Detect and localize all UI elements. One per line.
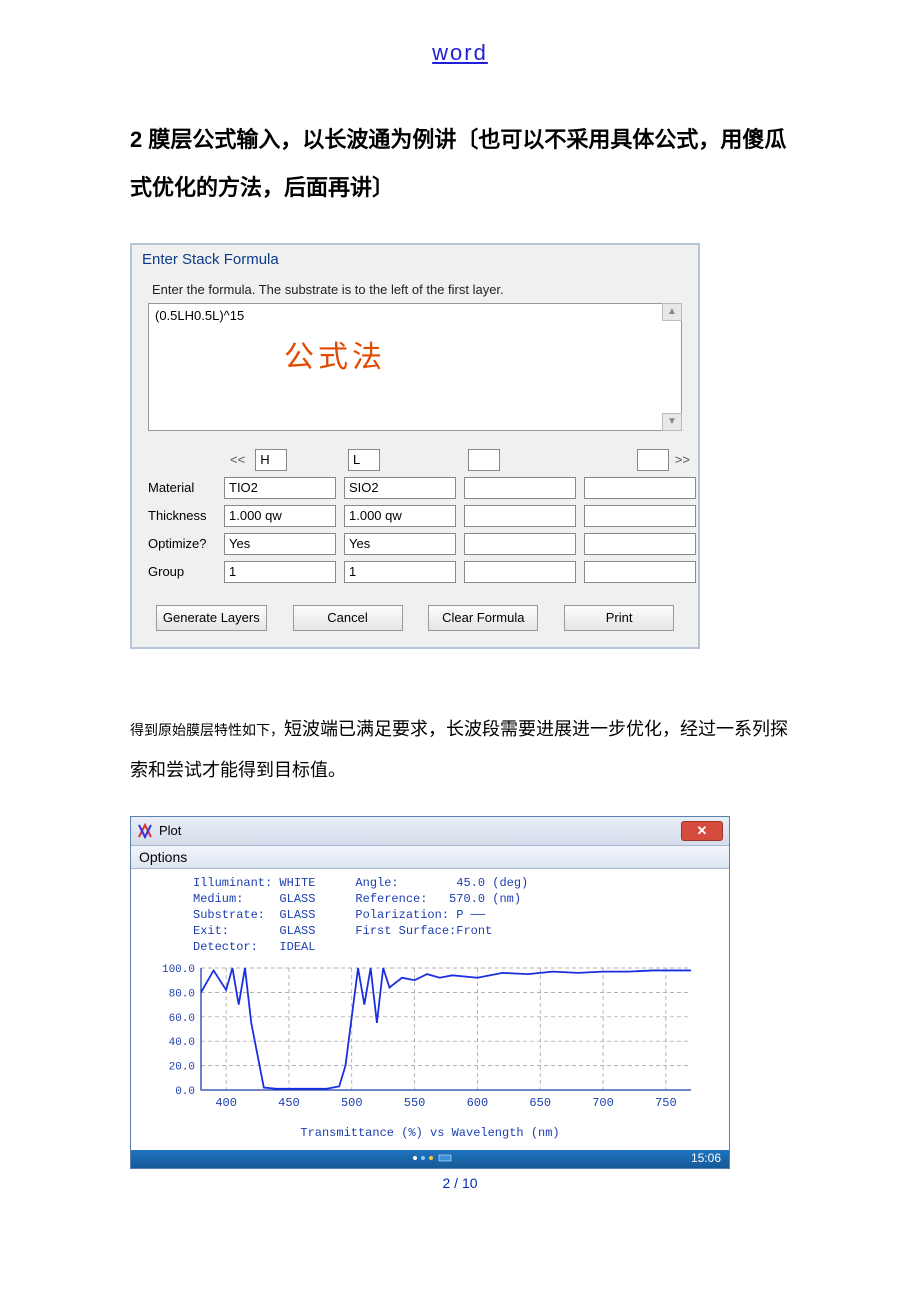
stack-formula-dialog: Enter Stack Formula Enter the formula. T… [130,243,700,649]
svg-text:450: 450 [278,1096,300,1110]
clock-text: 15:06 [691,1151,721,1165]
group-3-input[interactable] [464,561,576,583]
section-title: 2 膜层公式输入，以长波通为例讲〔也可以不采用具体公式，用傻瓜式优化的方法，后面… [130,116,790,213]
material-3-input[interactable] [464,477,576,499]
row-label-group: Group [148,564,216,579]
svg-text:600: 600 [467,1096,489,1110]
svg-text:700: 700 [592,1096,614,1110]
svg-text:100.0: 100.0 [162,964,195,976]
svg-text:0.0: 0.0 [175,1086,195,1098]
dialog-title: Enter Stack Formula [132,245,698,278]
group-h-input[interactable] [224,561,336,583]
thickness-4-input[interactable] [584,505,696,527]
resize-handle-icon[interactable] [405,1153,455,1163]
svg-text:400: 400 [215,1096,237,1110]
thickness-h-input[interactable] [224,505,336,527]
body-paragraph: 得到原始膜层特性如下，短波端已满足要求，长波段需要进展进一步优化，经过一系列探索… [130,709,790,792]
row-label-material: Material [148,480,216,495]
plot-window: Plot ✕ Options Illuminant: WHITE Medium:… [130,816,730,1169]
svg-text:20.0: 20.0 [169,1061,195,1073]
clear-formula-button[interactable]: Clear Formula [428,605,538,631]
chart-caption: Transmittance (%) vs Wavelength (nm) [141,1126,719,1140]
col-header-3[interactable] [468,449,500,471]
material-l-input[interactable] [344,477,456,499]
svg-text:500: 500 [341,1096,363,1110]
material-4-input[interactable] [584,477,696,499]
close-icon[interactable]: ✕ [681,821,723,841]
annotation-text: 公式法 [284,332,386,376]
col-header-4[interactable] [637,449,669,471]
cancel-button[interactable]: Cancel [293,605,403,631]
formula-textarea[interactable]: (0.5LH0.5L)^15 公式法 ▲ ▼ [148,303,682,431]
scroll-down-icon[interactable]: ▼ [662,413,682,431]
chart-area: 0.0 20.0 40.0 60.0 80.0 100.0 400 450 500 550 600 6… [141,960,701,1120]
plot-title: Plot [159,823,181,838]
app-icon [137,823,153,839]
generate-layers-button[interactable]: Generate Layers [156,605,267,631]
svg-text:80.0: 80.0 [169,988,195,1000]
group-l-input[interactable] [344,561,456,583]
material-h-input[interactable] [224,477,336,499]
next-chevron-icon[interactable]: >> [669,452,696,467]
svg-text:60.0: 60.0 [169,1012,195,1024]
taskbar-strip: 15:06 [131,1150,729,1168]
optimize-h-input[interactable] [224,533,336,555]
svg-text:550: 550 [404,1096,426,1110]
plot-meta-right: Angle: 45.0 (deg) Reference: 570.0 (nm) … [355,875,528,956]
dialog-instruction: Enter the formula. The substrate is to t… [148,282,682,297]
row-label-optimize: Optimize? [148,536,216,551]
svg-text:40.0: 40.0 [169,1037,195,1049]
svg-text:650: 650 [529,1096,551,1110]
scroll-up-icon[interactable]: ▲ [662,303,682,321]
menu-options[interactable]: Options [139,849,187,865]
thickness-l-input[interactable] [344,505,456,527]
print-button[interactable]: Print [564,605,674,631]
optimize-3-input[interactable] [464,533,576,555]
prev-chevron-icon[interactable]: << [224,452,251,467]
optimize-4-input[interactable] [584,533,696,555]
plot-titlebar[interactable]: Plot ✕ [131,817,729,846]
top-link[interactable]: word [130,40,790,66]
thickness-3-input[interactable] [464,505,576,527]
optimize-l-input[interactable] [344,533,456,555]
row-label-thickness: Thickness [148,508,216,523]
col-header-l[interactable] [348,449,380,471]
plot-meta-left: Illuminant: WHITE Medium: GLASS Substrat… [193,875,315,956]
formula-value: (0.5LH0.5L)^15 [155,308,244,323]
page-number: 2 / 10 [130,1175,790,1191]
group-4-input[interactable] [584,561,696,583]
col-header-h[interactable] [255,449,287,471]
svg-text:750: 750 [655,1096,677,1110]
